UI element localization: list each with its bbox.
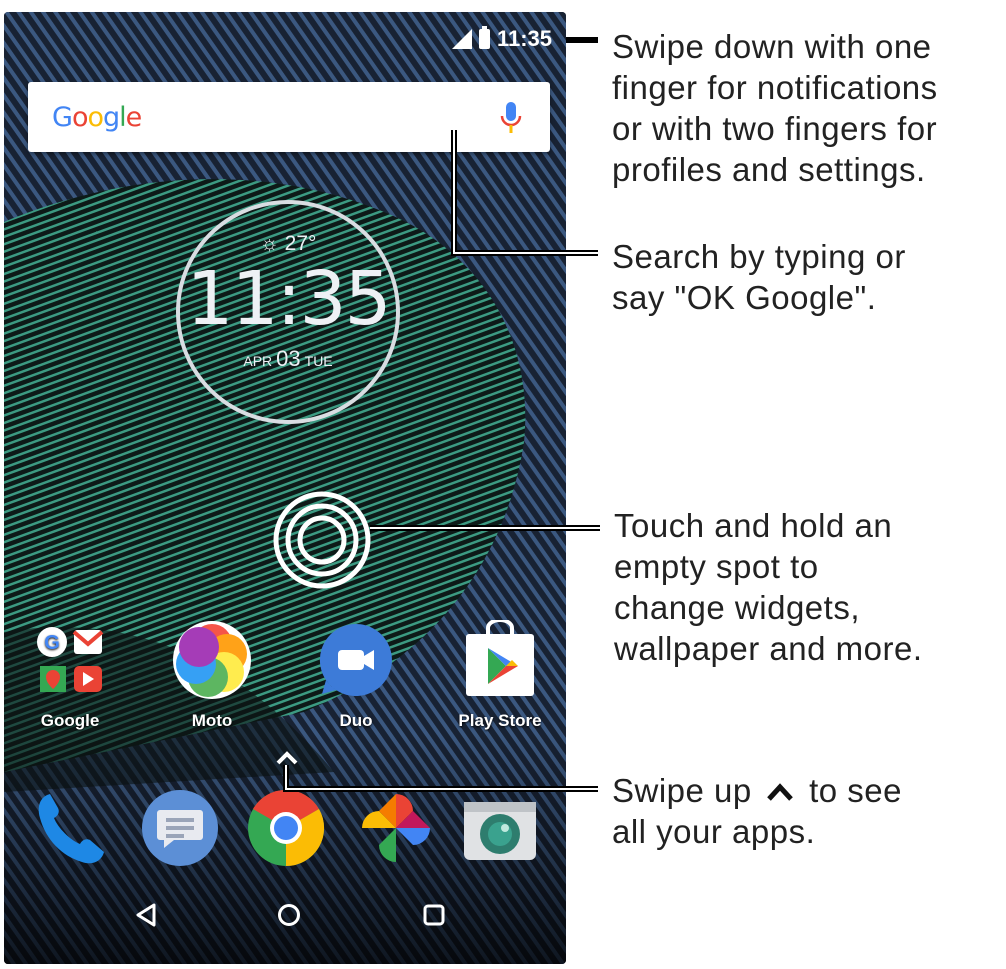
callout-swipe-up: Swipe up to see all your apps. — [612, 772, 903, 850]
chevron-up-icon — [767, 783, 794, 801]
callout-notifications: Swipe down with one finger for notificat… — [612, 28, 938, 188]
callout-touch-hold: Touch and hold an empty spot to change w… — [614, 507, 923, 667]
callout-search: Search by typing or say "OK Google". — [612, 238, 906, 316]
